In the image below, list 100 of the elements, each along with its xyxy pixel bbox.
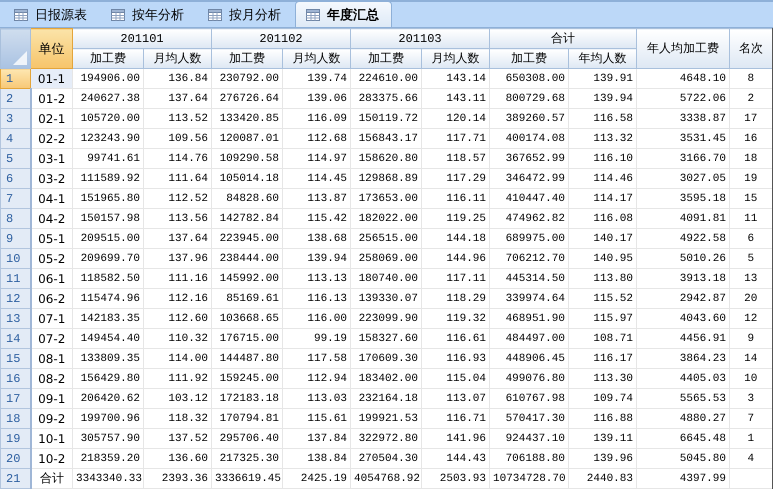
table-cell: 4405.03 [636,368,730,388]
sheet-tab[interactable]: 按月分析 [198,3,293,27]
table-cell: 499076.80 [490,368,568,388]
row-number[interactable]: 5 [0,148,30,168]
row-number[interactable]: 15 [0,348,30,368]
table-cell: 111.92 [144,368,212,388]
table-cell: 158327.60 [350,328,422,348]
table-cell: 01-2 [30,88,72,108]
row-number[interactable]: 10 [0,248,30,268]
table-cell: 410447.40 [490,188,568,208]
table-cell: 240627.38 [72,88,144,108]
table-cell: 116.71 [422,408,490,428]
table-cell: 05-1 [30,228,72,248]
row-number[interactable]: 12 [0,288,30,308]
table-cell: 109.74 [568,388,636,408]
table-cell: 115.42 [282,208,350,228]
table-cell: 139.11 [568,428,636,448]
table-cell: 151965.80 [72,188,144,208]
column-header[interactable]: 月均人数 [282,48,350,68]
table-cell: 149454.40 [72,328,144,348]
table-cell: 115.61 [282,408,350,428]
table-cell: 924437.10 [490,428,568,448]
row-number[interactable]: 2 [0,88,30,108]
table-cell: 159245.00 [212,368,282,388]
column-header[interactable]: 加工费 [72,48,144,68]
table-cell: 346472.99 [490,168,568,188]
row-number[interactable]: 4 [0,128,30,148]
row-number[interactable]: 11 [0,268,30,288]
table-cell: 133809.35 [72,348,144,368]
sheet-tab[interactable]: 按年分析 [101,3,196,27]
table-cell: 223099.90 [350,308,422,328]
table-cell: 142183.35 [72,308,144,328]
table-cell: 108.71 [568,328,636,348]
table-cell: 116.09 [282,108,350,128]
row-number[interactable]: 9 [0,228,30,248]
column-header[interactable]: 年人均加工费 [636,28,730,68]
table-cell: 142782.84 [212,208,282,228]
table-cell: 610767.98 [490,388,568,408]
row-number[interactable]: 14 [0,328,30,348]
table-cell: 4880.27 [636,408,730,428]
row-number[interactable]: 19 [0,428,30,448]
sheet-tab[interactable]: 年度汇总 [295,1,392,27]
column-header[interactable]: 加工费 [350,48,422,68]
table-cell: 3027.05 [636,168,730,188]
table-cell: 218359.20 [72,448,144,468]
table-cell: 139.96 [568,448,636,468]
column-header[interactable]: 加工费 [490,48,568,68]
row-number[interactable]: 17 [0,388,30,408]
table-cell: 206420.62 [72,388,144,408]
table-cell: 2393.36 [144,468,212,488]
table-cell: 114.46 [568,168,636,188]
table-cell: 140.17 [568,228,636,248]
table-cell: 113.52 [144,108,212,128]
table-cell: 144.96 [422,248,490,268]
table-cell: 10-2 [30,448,72,468]
column-header[interactable]: 单位 [30,28,72,68]
table-cell: 3338.87 [636,108,730,128]
row-number[interactable]: 18 [0,408,30,428]
select-all-corner[interactable] [0,28,30,68]
row-number[interactable]: 1 [0,68,30,88]
row-number[interactable]: 3 [0,108,30,128]
row-number[interactable]: 7 [0,188,30,208]
table-cell: 4397.99 [636,468,730,488]
table-cell: 158620.80 [350,148,422,168]
row-number[interactable]: 16 [0,368,30,388]
table-cell: 105720.00 [72,108,144,128]
column-group-header: 合计 [490,28,636,48]
column-header[interactable]: 月均人数 [144,48,212,68]
table-cell: 140.95 [568,248,636,268]
row-number[interactable]: 13 [0,308,30,328]
column-header[interactable]: 名次 [730,28,772,68]
table-cell: 138.68 [282,228,350,248]
table-cell: 113.03 [282,388,350,408]
table-cell: 6645.48 [636,428,730,448]
column-header[interactable]: 加工费 [212,48,282,68]
table-cell: 258069.00 [350,248,422,268]
sheet-tab[interactable]: 日报源表 [4,3,99,27]
table-cell: 09-1 [30,388,72,408]
table-cell: 120.14 [422,108,490,128]
table-cell: 138.84 [282,448,350,468]
table-cell: 114.17 [568,188,636,208]
row-number[interactable]: 6 [0,168,30,188]
table-cell: 07-1 [30,308,72,328]
table-cell: 116.58 [568,108,636,128]
table-cell: 06-1 [30,268,72,288]
table-cell: 137.96 [144,248,212,268]
column-group-header: 201103 [350,28,490,48]
table-cell: 3913.18 [636,268,730,288]
table-cell: 156429.80 [72,368,144,388]
table-cell: 113.87 [282,188,350,208]
table-icon [14,9,28,21]
table-cell: 194906.00 [72,68,144,88]
table-cell: 118.29 [422,288,490,308]
table-cell: 183402.00 [350,368,422,388]
row-number[interactable]: 20 [0,448,30,468]
column-header[interactable]: 年均人数 [568,48,636,68]
column-header[interactable]: 月均人数 [422,48,490,68]
table-cell: 115474.96 [72,288,144,308]
row-number[interactable]: 8 [0,208,30,228]
row-number[interactable]: 21 [0,468,30,488]
